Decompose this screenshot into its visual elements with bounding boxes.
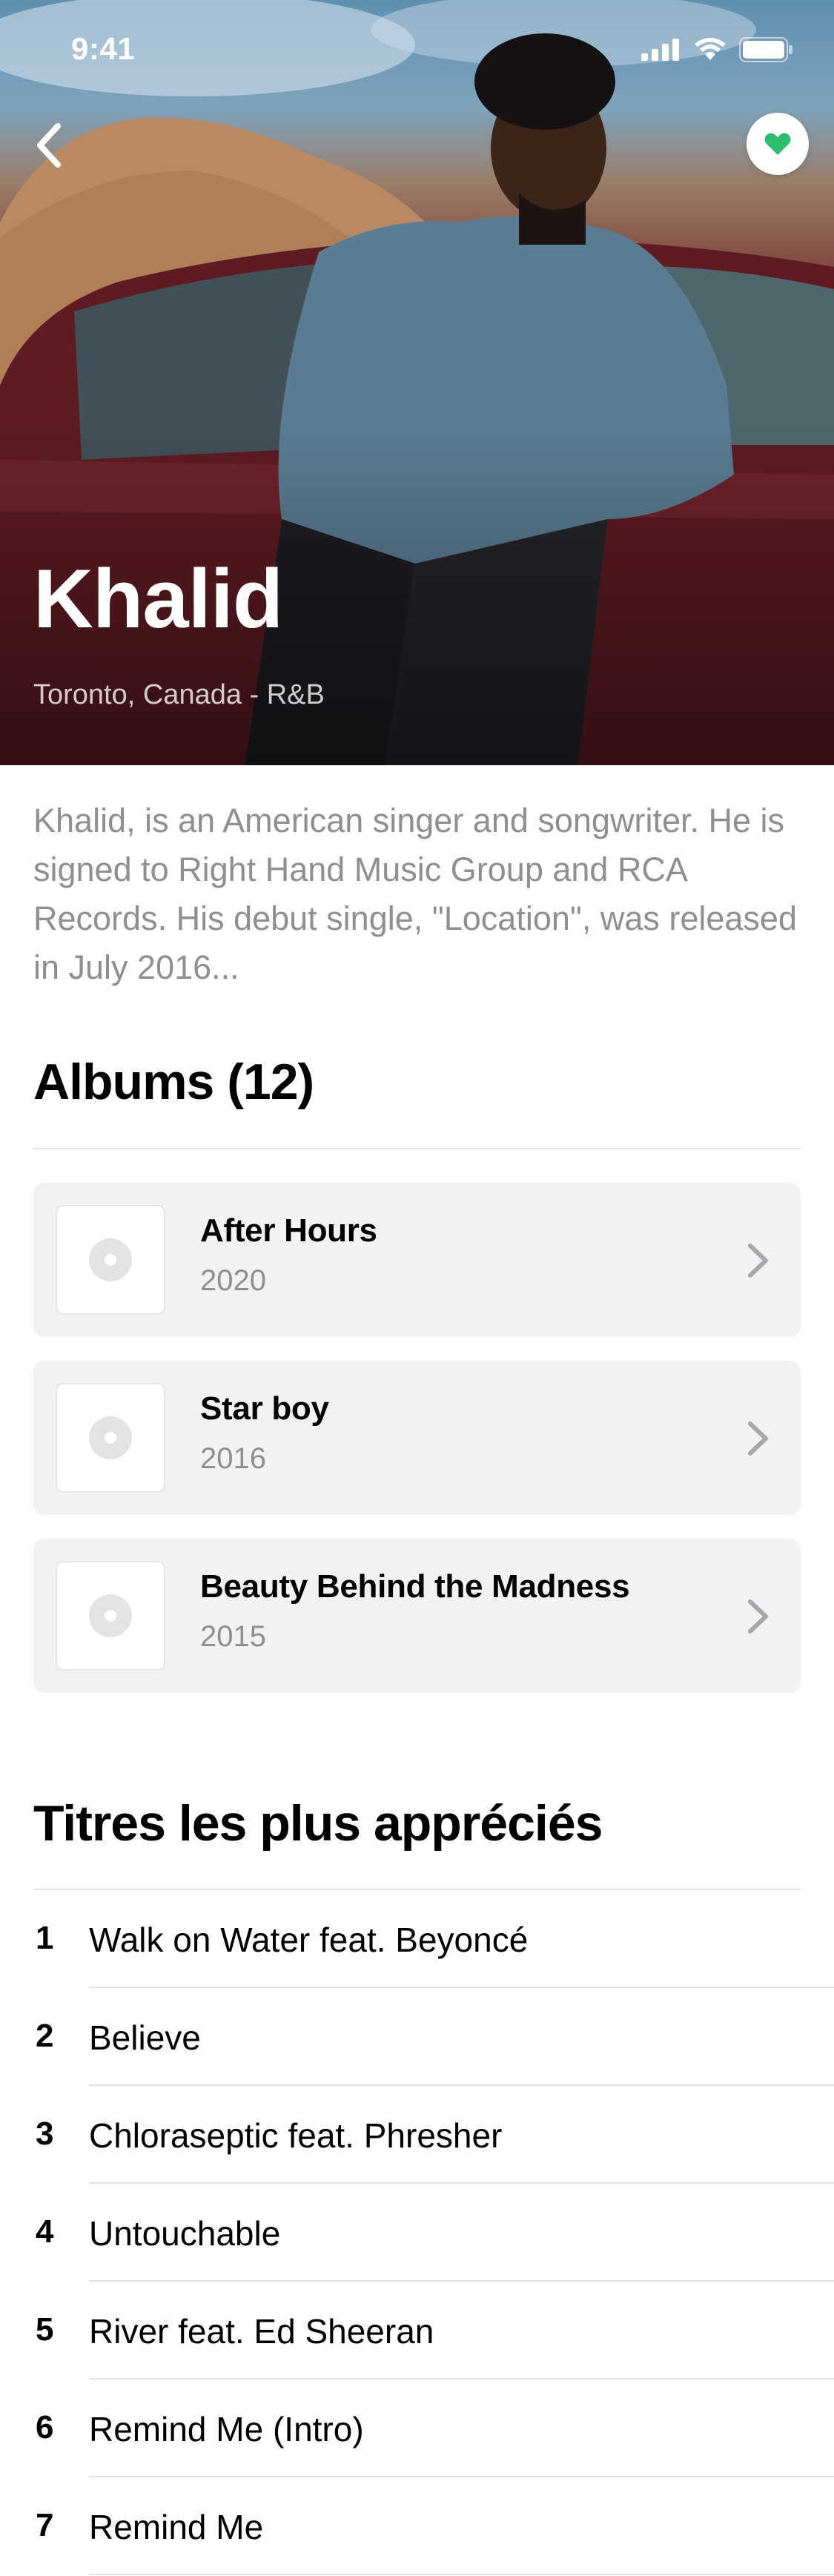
- chevron-right-icon: [748, 1244, 768, 1278]
- track-row[interactable]: 6 Remind Me (Intro): [0, 2380, 834, 2477]
- chevron-left-icon: [37, 123, 61, 168]
- disc-icon: [89, 1594, 132, 1637]
- albums-title: Albums (12): [33, 1054, 314, 1110]
- track-row[interactable]: 2 Believe: [0, 1988, 834, 2086]
- track-number: 1: [36, 1920, 54, 1956]
- status-icons: [641, 37, 794, 62]
- battery-icon: [739, 37, 792, 62]
- track-title: Remind Me: [89, 2508, 264, 2546]
- track-number: 7: [36, 2507, 54, 2543]
- top-tracks-title: Titres les plus appréciés: [33, 1795, 603, 1852]
- track-number: 4: [36, 2213, 54, 2250]
- status-bar: 9:41: [0, 0, 834, 98]
- disc-icon: [89, 1416, 132, 1459]
- album-title: Star boy: [200, 1390, 329, 1427]
- album-card[interactable]: After Hours 2020: [33, 1183, 801, 1337]
- hero-gradient: [0, 0, 834, 765]
- back-button[interactable]: [25, 119, 73, 172]
- track-title: Walk on Water feat. Beyoncé: [89, 1921, 529, 1959]
- track-title: Believe: [89, 2018, 201, 2057]
- wifi-icon: [695, 38, 726, 60]
- album-title: Beauty Behind the Madness: [200, 1568, 630, 1605]
- album-cover: [56, 1205, 165, 1315]
- album-cover: [56, 1561, 165, 1671]
- track-row[interactable]: 1 Walk on Water feat. Beyoncé: [0, 1890, 834, 1988]
- row-divider: [89, 2574, 834, 2575]
- album-year: 2015: [200, 1620, 266, 1653]
- chevron-right-icon: [748, 1421, 768, 1456]
- favorite-button[interactable]: [747, 113, 809, 175]
- track-number: 2: [36, 2018, 54, 2054]
- album-year: 2020: [200, 1264, 266, 1297]
- track-title: Remind Me (Intro): [89, 2410, 364, 2448]
- track-title: Untouchable: [89, 2214, 281, 2253]
- track-title: River feat. Ed Sheeran: [89, 2312, 434, 2351]
- artist-hero: 9:41 Khalid Toronto, Canada - R&B: [0, 0, 834, 765]
- track-row[interactable]: 4 Untouchable: [0, 2184, 834, 2282]
- album-year: 2016: [200, 1442, 266, 1475]
- track-number: 5: [36, 2311, 54, 2348]
- track-number: 6: [36, 2409, 54, 2445]
- track-row[interactable]: 7 Remind Me: [0, 2477, 834, 2575]
- track-title: Chloraseptic feat. Phresher: [89, 2116, 503, 2155]
- album-cover: [56, 1383, 165, 1493]
- album-title: After Hours: [200, 1212, 377, 1249]
- status-time: 9:41: [71, 31, 136, 66]
- album-card[interactable]: Star boy 2016: [33, 1361, 801, 1515]
- track-row[interactable]: 3 Chloraseptic feat. Phresher: [0, 2086, 834, 2184]
- artist-name: Khalid: [33, 552, 283, 645]
- track-row[interactable]: 5 River feat. Ed Sheeran: [0, 2282, 834, 2380]
- album-card[interactable]: Beauty Behind the Madness 2015: [33, 1539, 801, 1693]
- artist-bio: Khalid, is an American singer and songwr…: [33, 802, 797, 986]
- disc-icon: [89, 1238, 132, 1281]
- cellular-signal-icon: [641, 39, 679, 61]
- track-number: 3: [36, 2116, 54, 2152]
- chevron-right-icon: [748, 1599, 768, 1634]
- artist-meta: Toronto, Canada - R&B: [33, 679, 325, 710]
- albums-divider: [33, 1148, 801, 1149]
- heart-icon: [764, 133, 791, 155]
